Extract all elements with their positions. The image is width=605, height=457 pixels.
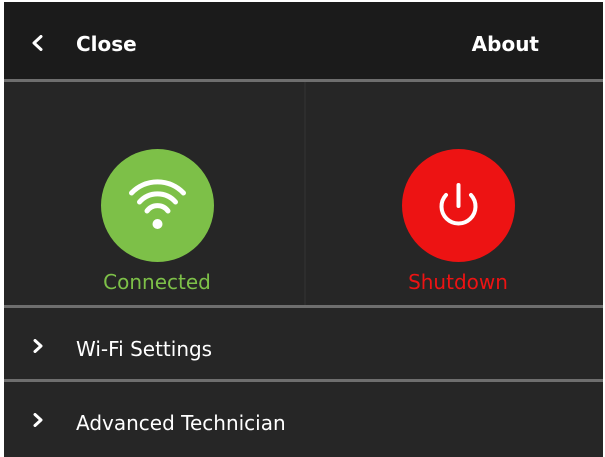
- wifi-status-circle: [101, 149, 214, 262]
- wifi-status-button[interactable]: Connected: [4, 82, 304, 305]
- app-window: Close About Connected Shutdown Wi-Fi Set…: [4, 2, 603, 457]
- power-icon: [439, 183, 478, 226]
- shutdown-circle: [402, 149, 515, 262]
- close-label: Close: [76, 32, 137, 56]
- shutdown-button[interactable]: Shutdown: [306, 82, 603, 305]
- chevron-right-icon: [33, 339, 43, 353]
- menu-item-wifi-settings[interactable]: Wi-Fi Settings: [4, 308, 603, 382]
- chevron-right-icon: [33, 413, 43, 427]
- wifi-status-label: Connected: [103, 270, 211, 294]
- menu-item-label: Advanced Technician: [76, 411, 286, 435]
- chevron-left-icon: [32, 35, 43, 51]
- header-bar: Close About: [4, 2, 603, 79]
- about-link[interactable]: About: [472, 32, 539, 56]
- wifi-icon: [129, 179, 186, 229]
- close-button[interactable]: Close: [4, 2, 184, 79]
- menu-item-advanced-technician[interactable]: Advanced Technician: [4, 382, 603, 457]
- shutdown-label: Shutdown: [408, 270, 508, 294]
- menu-item-label: Wi-Fi Settings: [76, 337, 213, 361]
